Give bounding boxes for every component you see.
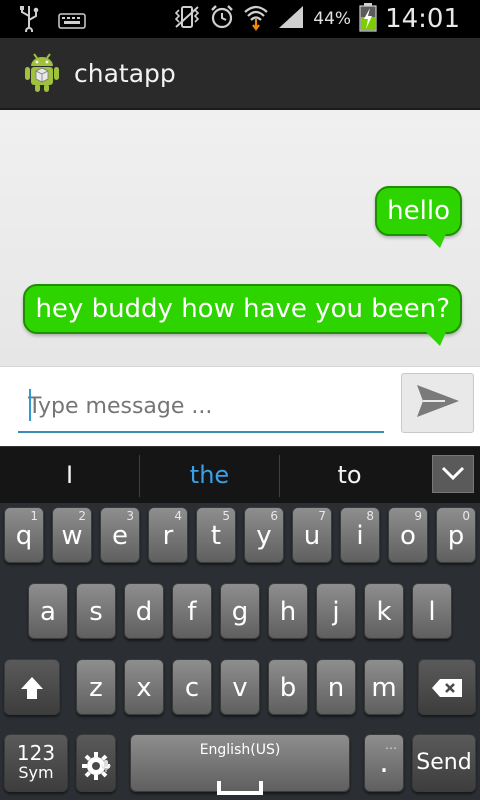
- suggestion-item-highlighted[interactable]: the: [140, 447, 279, 504]
- key-number-hint: 2: [78, 509, 86, 523]
- key-v[interactable]: v: [220, 659, 260, 715]
- battery-percent: 44%: [313, 9, 352, 29]
- key-label: t: [210, 521, 222, 551]
- settings-key[interactable]: [76, 734, 116, 792]
- expand-suggestions-button[interactable]: [432, 455, 474, 493]
- key-q[interactable]: 1q: [4, 507, 44, 563]
- message-bubble-hello[interactable]: hello: [375, 186, 462, 248]
- key-label: y: [256, 521, 272, 551]
- key-d[interactable]: d: [124, 583, 164, 639]
- wifi-icon: [243, 3, 269, 35]
- key-l[interactable]: l: [412, 583, 452, 639]
- key-number-hint: 9: [414, 509, 422, 523]
- composer: [0, 366, 480, 446]
- key-number-hint: 3: [126, 509, 134, 523]
- symbols-key-top-label: 123: [16, 741, 56, 765]
- key-g[interactable]: g: [220, 583, 260, 639]
- battery-charging-icon: [359, 2, 377, 36]
- chevron-down-icon: [441, 465, 465, 484]
- app-title: chatapp: [74, 58, 176, 88]
- backspace-icon: [431, 675, 463, 705]
- key-i[interactable]: 8i: [340, 507, 380, 563]
- keyboard-icon: [58, 7, 86, 39]
- key-e[interactable]: 3e: [100, 507, 140, 563]
- key-a[interactable]: a: [28, 583, 68, 639]
- status-right-icons: 44% 14:01: [173, 2, 460, 36]
- shift-icon: [19, 677, 45, 708]
- signal-icon: [277, 4, 305, 34]
- message-input[interactable]: [18, 381, 384, 433]
- key-z[interactable]: z: [76, 659, 116, 715]
- key-number-hint: 4: [174, 509, 182, 523]
- send-key[interactable]: Send: [412, 734, 476, 792]
- key-label: u: [303, 521, 321, 551]
- key-m[interactable]: m: [364, 659, 404, 715]
- key-number-hint: 5: [222, 509, 230, 523]
- key-b[interactable]: b: [268, 659, 308, 715]
- key-o[interactable]: 9o: [388, 507, 428, 563]
- key-t[interactable]: 5t: [196, 507, 236, 563]
- key-number-hint: 7: [318, 509, 326, 523]
- key-j[interactable]: j: [316, 583, 356, 639]
- key-r[interactable]: 4r: [148, 507, 188, 563]
- key-label: i: [356, 521, 364, 551]
- key-label: e: [112, 521, 128, 551]
- android-icon[interactable]: [22, 53, 62, 93]
- key-label: q: [15, 521, 33, 551]
- key-x[interactable]: x: [124, 659, 164, 715]
- key-y[interactable]: 6y: [244, 507, 284, 563]
- key-f[interactable]: f: [172, 583, 212, 639]
- clock: 14:01: [385, 4, 460, 34]
- symbols-key[interactable]: 123 Sym: [4, 734, 68, 792]
- shift-key[interactable]: [4, 659, 60, 715]
- status-left-icons: [18, 4, 86, 42]
- key-h[interactable]: h: [268, 583, 308, 639]
- message-bubble-hey-buddy[interactable]: hey buddy how have you been?: [23, 284, 462, 346]
- send-button[interactable]: [401, 373, 474, 433]
- suggestion-bar: I the to: [0, 446, 480, 503]
- soft-keyboard: 1q 2w 3e 4r 5t 6y 7u 8i 9o 0p a s d f g …: [0, 503, 480, 800]
- key-number-hint: 8: [366, 509, 374, 523]
- period-key[interactable]: . …: [364, 734, 404, 792]
- space-bar-icon: [217, 772, 263, 800]
- space-key-label: English(US): [199, 742, 281, 758]
- text-cursor: [29, 389, 31, 421]
- key-number-hint: 0: [462, 509, 470, 523]
- more-dots-icon: …: [385, 738, 397, 752]
- microphone-icon: [101, 737, 111, 793]
- key-label: o: [400, 521, 416, 551]
- backspace-key[interactable]: [418, 659, 476, 715]
- key-number-hint: 6: [270, 509, 278, 523]
- key-p[interactable]: 0p: [436, 507, 476, 563]
- send-icon: [415, 383, 461, 423]
- message-list[interactable]: hello hey buddy how have you been?: [0, 110, 480, 366]
- key-u[interactable]: 7u: [292, 507, 332, 563]
- vibrate-icon: [173, 4, 201, 34]
- key-label: p: [447, 521, 465, 551]
- key-label: r: [162, 521, 174, 551]
- suggestion-item[interactable]: to: [280, 447, 419, 504]
- key-number-hint: 1: [30, 509, 38, 523]
- status-bar: 44% 14:01: [0, 0, 480, 38]
- key-s[interactable]: s: [76, 583, 116, 639]
- key-w[interactable]: 2w: [52, 507, 92, 563]
- alarm-icon: [209, 4, 235, 34]
- action-bar: chatapp: [0, 38, 480, 110]
- usb-icon: [18, 4, 40, 42]
- key-k[interactable]: k: [364, 583, 404, 639]
- key-c[interactable]: c: [172, 659, 212, 715]
- space-key[interactable]: English(US): [130, 734, 350, 795]
- key-n[interactable]: n: [316, 659, 356, 715]
- suggestion-item[interactable]: I: [0, 447, 139, 504]
- key-label: w: [61, 521, 83, 551]
- symbols-key-bottom-label: Sym: [18, 763, 54, 782]
